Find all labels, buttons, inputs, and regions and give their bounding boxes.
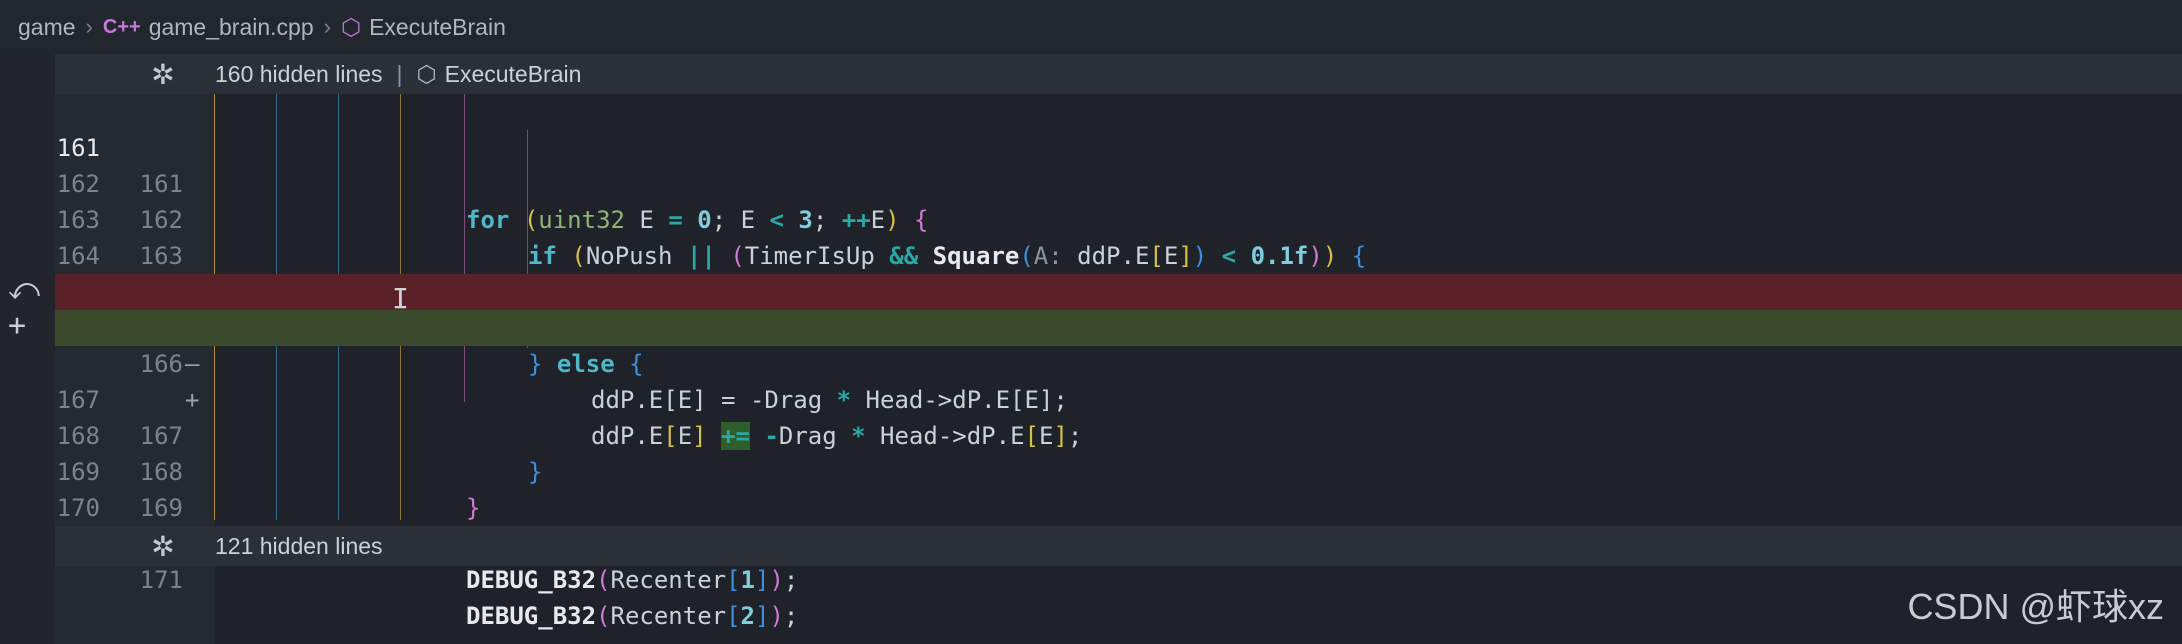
code-line[interactable]: 162 162 if (NoPush || (TimerIsUp && Squa… [55,130,2182,270]
hidden-lines-count[interactable]: 121 hidden lines [215,533,383,560]
hidden-lines-bar-bottom[interactable]: ✲ 121 hidden lines [55,526,2182,566]
separator: | [396,60,403,87]
diff-gutter [0,54,55,644]
code-line[interactable]: 164 164 ddP.E[E] = Cp * (ClosestP.E[E] -… [55,202,2182,342]
cpp-file-icon: C++ [102,15,141,38]
revert-icon[interactable]: ⤺ [8,272,40,307]
chevron-right-icon: › [85,14,93,39]
hidden-lines-symbol[interactable]: ExecuteBrain [445,61,582,88]
text-cursor-icon: I [392,282,409,315]
code-text: DEBUG_B32(Recenter[1]); [466,566,799,594]
watermark: CSDN @虾球xz [1907,586,2164,627]
code-line[interactable]: 171 171 DEBUG_B32(Recenter[2]); [55,490,2182,630]
method-cube-icon: ⬡ [340,13,362,40]
code-line-deleted[interactable]: 166 — ddP.E[E] = -Drag * Head->dP.E[E]; [55,274,2182,414]
hidden-lines-count[interactable]: 160 hidden lines [215,61,383,88]
code-line[interactable]: 167 167 } [55,346,2182,486]
code-line[interactable]: 163 163 Recenter[E] = true; [55,166,2182,306]
code-line[interactable]: 165 165 } else { [55,238,2182,378]
unfold-icon[interactable]: ✲ [113,530,213,563]
code-line-added[interactable]: 166 + ddP.E[E] += -Drag * Head->dP.E[E]; [55,310,2182,450]
hidden-lines-bar-top[interactable]: ✲ 160 hidden lines | ⬡ ExecuteBrain [55,54,2182,94]
breadcrumb-file[interactable]: game_brain.cpp [149,14,314,41]
code-text: DEBUG_B32(Recenter[2]); [466,602,799,630]
code-line[interactable]: 161 161 for (uint32 E = 0; E < 3; ++E) { [55,94,2182,234]
code-line[interactable]: 168 168 } [55,382,2182,522]
plus-icon[interactable]: + [8,308,26,343]
code-line[interactable]: 170 170 DEBUG_B32(Recenter[1]); [55,454,2182,594]
line-number-new: 171 [139,566,183,594]
method-cube-icon: ⬡ [416,60,437,87]
chevron-right-icon: › [323,14,331,39]
code-line[interactable]: 169 169 DEBUG_B32(Recenter[0]); [55,418,2182,558]
breadcrumb-symbol[interactable]: ExecuteBrain [369,14,506,41]
breadcrumb-folder[interactable]: game [18,14,76,41]
breadcrumb: game › C++ game_brain.cpp › ⬡ ExecuteBra… [0,0,2182,54]
unfold-icon[interactable]: ✲ [113,58,213,91]
